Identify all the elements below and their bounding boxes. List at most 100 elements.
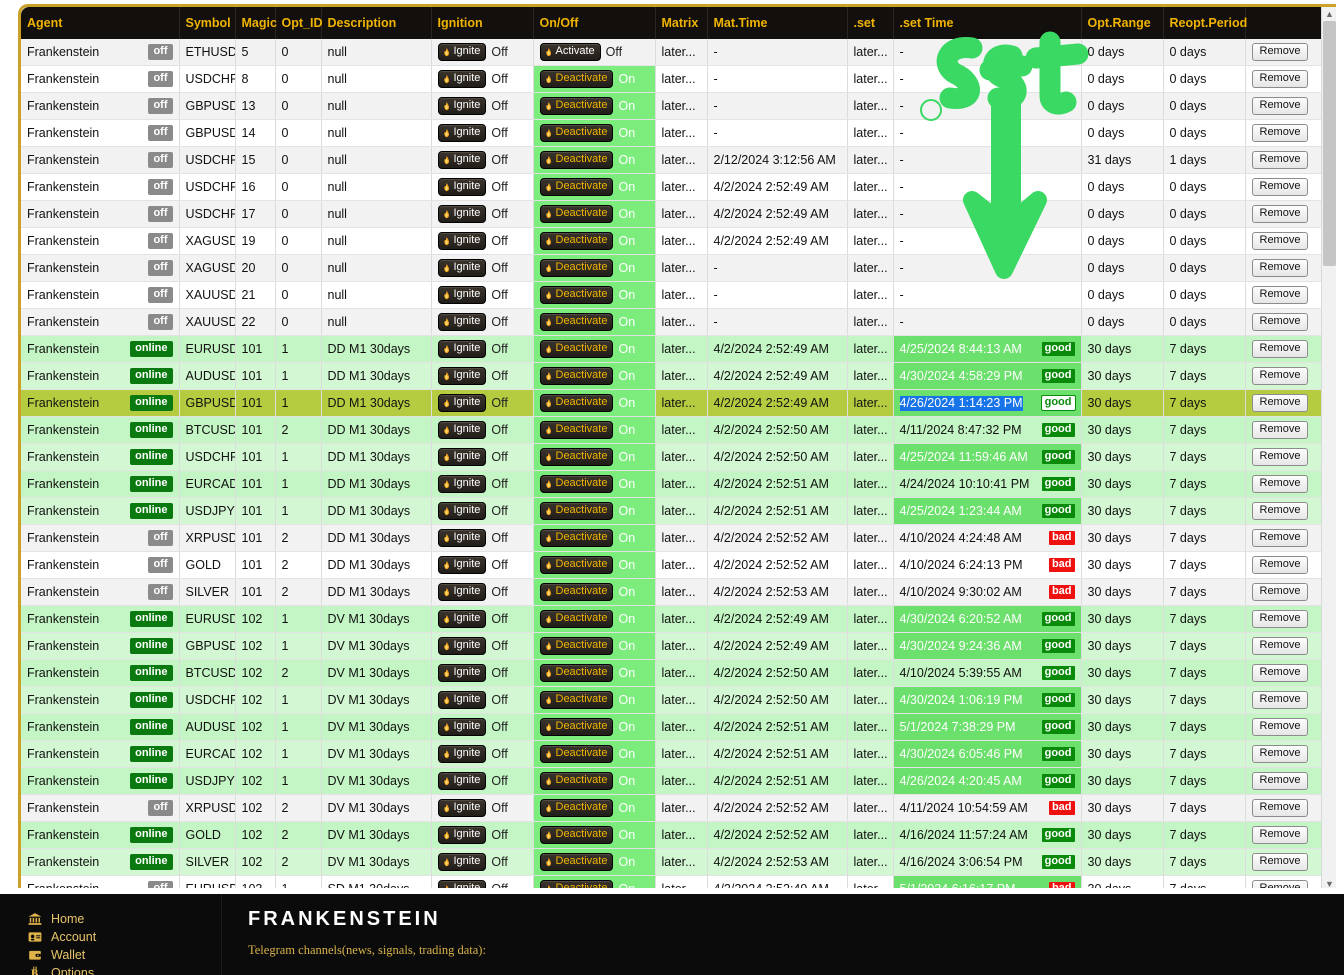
remove-button[interactable]: Remove bbox=[1252, 502, 1309, 520]
column-header-set[interactable]: .set bbox=[847, 7, 893, 39]
onoff-toggle-button[interactable]: Deactivate bbox=[540, 637, 614, 655]
column-header-matrix[interactable]: Matrix bbox=[655, 7, 707, 39]
cell-set-time[interactable]: 5/1/2024 7:38:29 PMgood bbox=[893, 714, 1081, 741]
onoff-toggle-button[interactable]: Deactivate bbox=[540, 610, 614, 628]
table-row[interactable]: FrankensteinoffGBPUSD140nullIgniteOffDea… bbox=[21, 120, 1321, 147]
onoff-toggle-button[interactable]: Deactivate bbox=[540, 664, 614, 682]
onoff-toggle-button[interactable]: Deactivate bbox=[540, 853, 614, 871]
ignite-button[interactable]: Ignite bbox=[438, 178, 487, 196]
ignite-button[interactable]: Ignite bbox=[438, 340, 487, 358]
table-row[interactable]: FrankensteinoffGOLD1012DD M1 30daysIgnit… bbox=[21, 552, 1321, 579]
table-row[interactable]: FrankensteinonlineGBPUSD1021DV M1 30days… bbox=[21, 633, 1321, 660]
ignite-button[interactable]: Ignite bbox=[438, 556, 487, 574]
remove-button[interactable]: Remove bbox=[1252, 880, 1309, 888]
cell-set-time[interactable]: 4/26/2024 4:20:45 AMgood bbox=[893, 768, 1081, 795]
table-row[interactable]: FrankensteinoffXRPUSD1022DV M1 30daysIgn… bbox=[21, 795, 1321, 822]
cell-set-time[interactable]: 4/10/2024 9:30:02 AMbad bbox=[893, 579, 1081, 606]
onoff-toggle-button[interactable]: Deactivate bbox=[540, 286, 614, 304]
remove-button[interactable]: Remove bbox=[1252, 853, 1309, 871]
cell-set-time[interactable]: 4/25/2024 11:59:46 AMgood bbox=[893, 444, 1081, 471]
ignite-button[interactable]: Ignite bbox=[438, 43, 487, 61]
ignite-button[interactable]: Ignite bbox=[438, 691, 487, 709]
ignite-button[interactable]: Ignite bbox=[438, 853, 487, 871]
ignite-button[interactable]: Ignite bbox=[438, 880, 487, 888]
column-header-opt-id[interactable]: Opt_ID bbox=[275, 7, 321, 39]
onoff-toggle-button[interactable]: Deactivate bbox=[540, 448, 614, 466]
remove-button[interactable]: Remove bbox=[1252, 772, 1309, 790]
table-vertical-scrollbar[interactable]: ▲ ▼ bbox=[1321, 7, 1336, 888]
ignite-button[interactable]: Ignite bbox=[438, 124, 487, 142]
sidebar-item-wallet[interactable]: Wallet bbox=[28, 948, 221, 962]
table-row[interactable]: FrankensteinonlineUSDJPY1021DV M1 30days… bbox=[21, 768, 1321, 795]
cell-set-time[interactable]: 4/30/2024 6:20:52 AMgood bbox=[893, 606, 1081, 633]
onoff-toggle-button[interactable]: Deactivate bbox=[540, 70, 614, 88]
cell-set-time[interactable]: - bbox=[893, 93, 1081, 120]
cell-set-time[interactable]: 4/10/2024 6:24:13 PMbad bbox=[893, 552, 1081, 579]
table-row[interactable]: FrankensteinonlineEURCAD1011DD M1 30days… bbox=[21, 471, 1321, 498]
ignite-button[interactable]: Ignite bbox=[438, 394, 487, 412]
remove-button[interactable]: Remove bbox=[1252, 286, 1309, 304]
onoff-toggle-button[interactable]: Deactivate bbox=[540, 97, 614, 115]
remove-button[interactable]: Remove bbox=[1252, 556, 1309, 574]
remove-button[interactable]: Remove bbox=[1252, 421, 1309, 439]
ignite-button[interactable]: Ignite bbox=[438, 70, 487, 88]
cell-set-time[interactable]: - bbox=[893, 282, 1081, 309]
column-header-agent[interactable]: Agent bbox=[21, 7, 179, 39]
ignite-button[interactable]: Ignite bbox=[438, 826, 487, 844]
table-row[interactable]: FrankensteinonlineGOLD1022DV M1 30daysIg… bbox=[21, 822, 1321, 849]
remove-button[interactable]: Remove bbox=[1252, 394, 1309, 412]
ignite-button[interactable]: Ignite bbox=[438, 475, 487, 493]
ignite-button[interactable]: Ignite bbox=[438, 448, 487, 466]
table-row[interactable]: FrankensteinonlineEURUSD1021DV M1 30days… bbox=[21, 606, 1321, 633]
ignite-button[interactable]: Ignite bbox=[438, 205, 487, 223]
table-row[interactable]: FrankensteinonlineUSDCHF1011DD M1 30days… bbox=[21, 444, 1321, 471]
ignite-button[interactable]: Ignite bbox=[438, 232, 487, 250]
remove-button[interactable]: Remove bbox=[1252, 448, 1309, 466]
table-row[interactable]: FrankensteinoffGBPUSD130nullIgniteOffDea… bbox=[21, 93, 1321, 120]
remove-button[interactable]: Remove bbox=[1252, 475, 1309, 493]
remove-button[interactable]: Remove bbox=[1252, 583, 1309, 601]
cell-set-time[interactable]: 4/10/2024 4:24:48 AMbad bbox=[893, 525, 1081, 552]
remove-button[interactable]: Remove bbox=[1252, 718, 1309, 736]
remove-button[interactable]: Remove bbox=[1252, 637, 1309, 655]
onoff-toggle-button[interactable]: Deactivate bbox=[540, 583, 614, 601]
table-row[interactable]: FrankensteinoffSILVER1012DD M1 30daysIgn… bbox=[21, 579, 1321, 606]
ignite-button[interactable]: Ignite bbox=[438, 367, 487, 385]
scroll-down-arrow[interactable]: ▼ bbox=[1322, 877, 1336, 888]
ignite-button[interactable]: Ignite bbox=[438, 529, 487, 547]
table-row[interactable]: FrankensteinonlineUSDCHF1021DV M1 30days… bbox=[21, 687, 1321, 714]
cell-set-time[interactable]: 4/30/2024 9:24:36 AMgood bbox=[893, 633, 1081, 660]
ignite-button[interactable]: Ignite bbox=[438, 637, 487, 655]
table-row[interactable]: FrankensteinoffXRPUSD1012DD M1 30daysIgn… bbox=[21, 525, 1321, 552]
ignite-button[interactable]: Ignite bbox=[438, 745, 487, 763]
column-header-symbol[interactable]: Symbol bbox=[179, 7, 235, 39]
table-row[interactable]: FrankensteinoffXAUUSD220nullIgniteOffDea… bbox=[21, 309, 1321, 336]
cell-set-time[interactable]: - bbox=[893, 39, 1081, 66]
onoff-toggle-button[interactable]: Activate bbox=[540, 43, 601, 61]
cell-set-time[interactable]: - bbox=[893, 228, 1081, 255]
onoff-toggle-button[interactable]: Deactivate bbox=[540, 421, 614, 439]
cell-set-time[interactable]: - bbox=[893, 66, 1081, 93]
onoff-toggle-button[interactable]: Deactivate bbox=[540, 151, 614, 169]
column-header-description[interactable]: Description bbox=[321, 7, 431, 39]
remove-button[interactable]: Remove bbox=[1252, 610, 1309, 628]
table-row[interactable]: FrankensteinonlineBTCUSD1022DV M1 30days… bbox=[21, 660, 1321, 687]
onoff-toggle-button[interactable]: Deactivate bbox=[540, 718, 614, 736]
onoff-toggle-button[interactable]: Deactivate bbox=[540, 826, 614, 844]
remove-button[interactable]: Remove bbox=[1252, 205, 1309, 223]
ignite-button[interactable]: Ignite bbox=[438, 421, 487, 439]
cell-set-time[interactable]: 5/1/2024 6:16:17 PMbad bbox=[893, 876, 1081, 889]
column-header-opt-range[interactable]: Opt.Range bbox=[1081, 7, 1163, 39]
table-row[interactable]: FrankensteinoffXAUUSD210nullIgniteOffDea… bbox=[21, 282, 1321, 309]
onoff-toggle-button[interactable]: Deactivate bbox=[540, 178, 614, 196]
remove-button[interactable]: Remove bbox=[1252, 124, 1309, 142]
cell-set-time[interactable]: - bbox=[893, 201, 1081, 228]
onoff-toggle-button[interactable]: Deactivate bbox=[540, 529, 614, 547]
cell-set-time[interactable]: - bbox=[893, 147, 1081, 174]
cell-set-time[interactable]: 4/16/2024 3:06:54 PMgood bbox=[893, 849, 1081, 876]
sidebar-item-options[interactable]: B Options bbox=[28, 966, 221, 975]
table-row[interactable]: FrankensteinoffETHUSD50nullIgniteOffActi… bbox=[21, 39, 1321, 66]
column-header-magic[interactable]: Magic bbox=[235, 7, 275, 39]
table-row[interactable]: FrankensteinonlineEURUSD1011DD M1 30days… bbox=[21, 336, 1321, 363]
ignite-button[interactable]: Ignite bbox=[438, 583, 487, 601]
